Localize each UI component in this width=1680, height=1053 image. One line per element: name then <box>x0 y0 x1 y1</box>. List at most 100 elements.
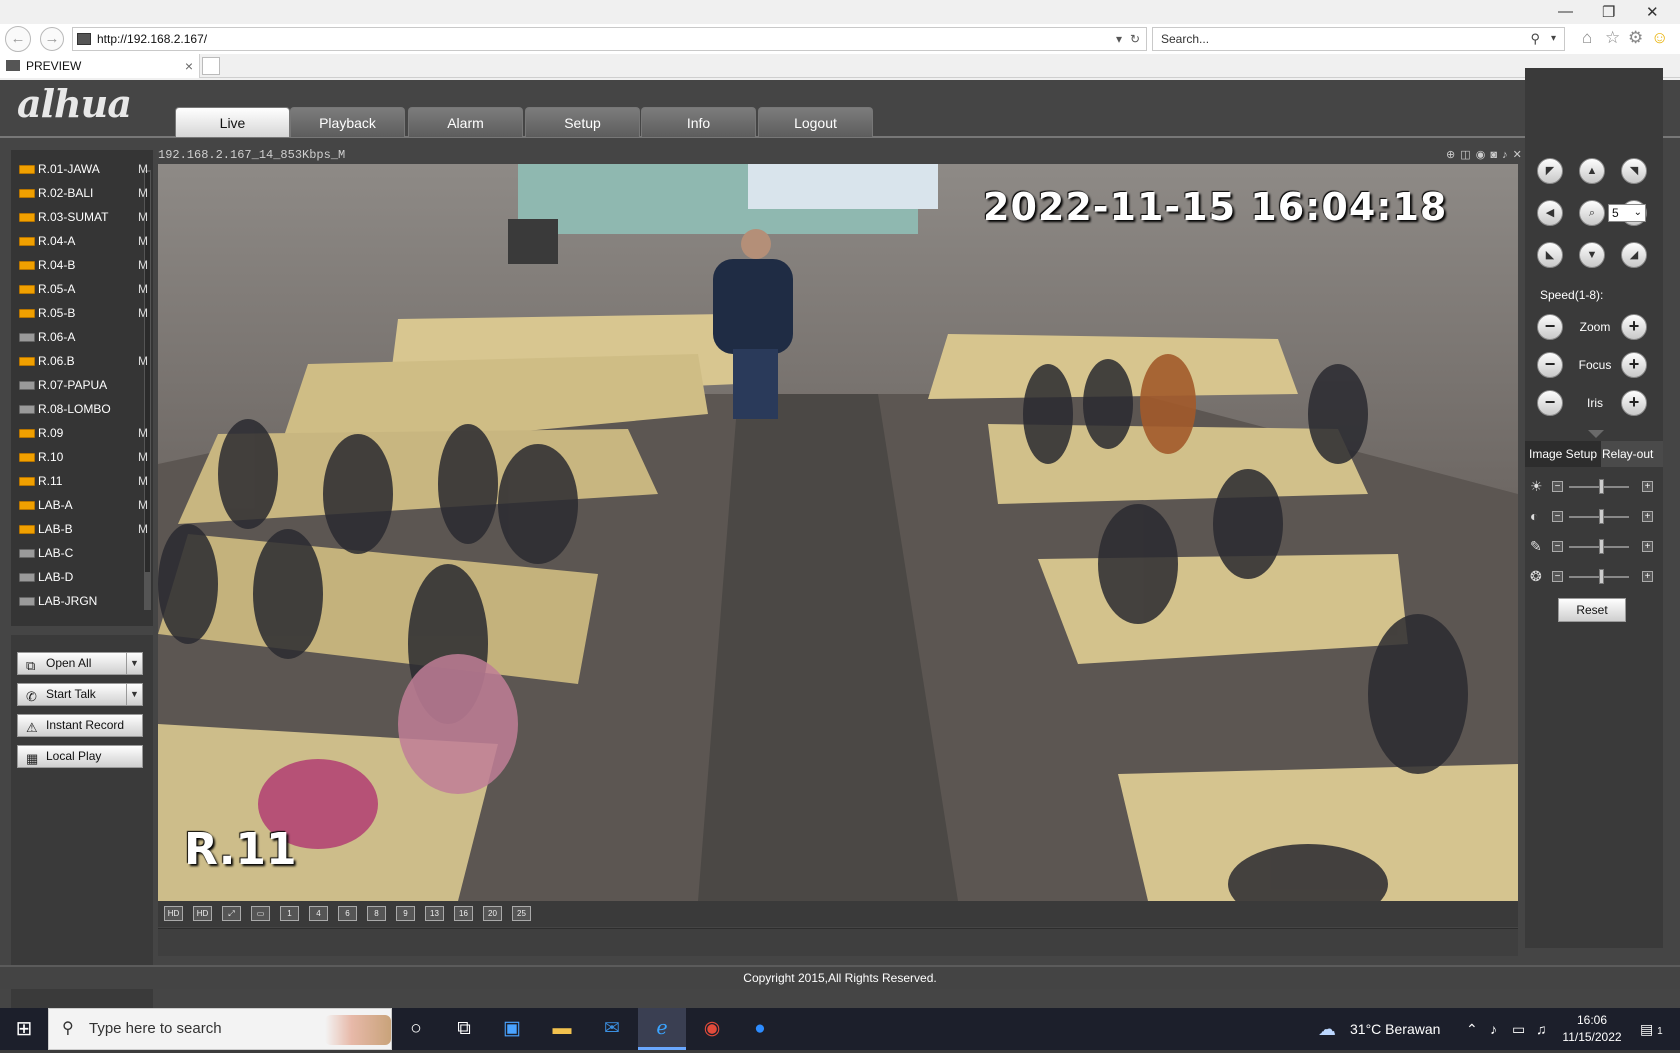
channel-item[interactable]: R.09 M <box>19 422 148 444</box>
layout-button[interactable]: HD <box>164 906 183 921</box>
favorites-icon[interactable]: ☆ <box>1605 28 1620 48</box>
hue-plus[interactable]: + <box>1642 571 1653 582</box>
zoom-out-button[interactable]: − <box>1537 314 1563 340</box>
channel-item[interactable]: R.04-A M <box>19 230 148 252</box>
file-explorer-icon[interactable]: ▬ <box>538 1008 586 1050</box>
iris-close-button[interactable]: − <box>1537 390 1563 416</box>
ptz-auto-button[interactable]: ⌕ <box>1579 200 1605 226</box>
close-tab-icon[interactable]: × <box>185 54 193 78</box>
chrome-icon[interactable]: ◉ <box>688 1008 736 1050</box>
windows-start-icon[interactable]: ⊞ <box>0 1008 48 1050</box>
focus-in-button[interactable]: + <box>1621 352 1647 378</box>
search-icon[interactable]: ⚲ <box>1530 28 1540 50</box>
menu-tab-playback[interactable]: Playback <box>290 107 405 137</box>
layout-button[interactable]: HD <box>193 906 212 921</box>
start-talk-button[interactable]: ✆ Start Talk ▼ <box>17 683 143 706</box>
address-bar[interactable]: http://192.168.2.167/ ▾ ↻ <box>72 27 1147 51</box>
channel-item[interactable]: R.04-B M <box>19 254 148 276</box>
ptz-up-right-button[interactable]: ◥ <box>1621 158 1647 184</box>
hue-minus[interactable]: − <box>1552 571 1563 582</box>
menu-tab-alarm[interactable]: Alarm <box>408 107 523 137</box>
brightness-plus[interactable]: + <box>1642 481 1653 492</box>
refresh-icon[interactable]: ↻ <box>1130 28 1140 50</box>
tab-preview[interactable]: PREVIEW × <box>0 54 200 78</box>
channel-item[interactable]: LAB-C <box>19 542 145 564</box>
channel-item[interactable]: R.06-A <box>19 326 145 348</box>
ptz-down-left-button[interactable]: ◣ <box>1537 242 1563 268</box>
ptz-up-left-button[interactable]: ◤ <box>1537 158 1563 184</box>
store-icon[interactable]: ▣ <box>488 1008 536 1050</box>
channel-item[interactable]: LAB-A M <box>19 494 148 516</box>
layout-button[interactable]: 16 <box>454 906 473 921</box>
hue-slider[interactable]: ❂ − + <box>1527 568 1662 586</box>
local-play-button[interactable]: ▦ Local Play <box>17 745 143 768</box>
reset-button[interactable]: Reset <box>1558 598 1626 622</box>
saturation-slider[interactable]: ✎ − + <box>1527 538 1662 556</box>
slider-knob[interactable] <box>1599 569 1604 584</box>
channel-item[interactable]: R.01-JAWA M <box>19 158 148 180</box>
layout-button[interactable]: 8 <box>367 906 386 921</box>
cortana-icon[interactable]: ○ <box>392 1008 440 1050</box>
chevron-down-icon[interactable]: ▾ <box>1551 28 1556 50</box>
focus-out-button[interactable]: − <box>1537 352 1563 378</box>
slider-knob[interactable] <box>1599 509 1604 524</box>
menu-tab-logout[interactable]: Logout <box>758 107 873 137</box>
ptz-left-button[interactable]: ◀ <box>1537 200 1563 226</box>
weather-text[interactable]: 31°C Berawan <box>1350 1008 1440 1050</box>
video-toolbar-icons[interactable]: ⊕ ◫ ◉ ◙ ♪ ✕ <box>1446 148 1523 161</box>
brightness-minus[interactable]: − <box>1552 481 1563 492</box>
iris-open-button[interactable]: + <box>1621 390 1647 416</box>
home-icon[interactable]: ⌂ <box>1582 28 1592 48</box>
channel-item[interactable]: R.07-PAPUA <box>19 374 145 396</box>
contrast-plus[interactable]: + <box>1642 511 1653 522</box>
mail-icon[interactable]: ✉ <box>588 1008 636 1050</box>
ptz-up-button[interactable]: ▲ <box>1579 158 1605 184</box>
ptz-down-button[interactable]: ▼ <box>1579 242 1605 268</box>
channel-item[interactable]: R.05-A M <box>19 278 148 300</box>
instant-record-button[interactable]: ⚠ Instant Record <box>17 714 143 737</box>
channel-item[interactable]: R.05-B M <box>19 302 148 324</box>
minimize-icon[interactable]: — <box>1558 3 1573 20</box>
slider-knob[interactable] <box>1599 479 1604 494</box>
task-view-icon[interactable]: ⧉ <box>440 1008 488 1050</box>
dropdown-icon[interactable]: ▾ <box>1116 28 1122 50</box>
channel-item[interactable]: R.02-BALI M <box>19 182 148 204</box>
microphone-icon[interactable]: ♪ <box>1490 1008 1497 1050</box>
taskbar-search-input[interactable]: ⚲ Type here to search <box>48 1008 392 1050</box>
layout-button[interactable]: 4 <box>309 906 328 921</box>
zoom-icon[interactable]: ● <box>736 1008 784 1050</box>
layout-button[interactable]: ▭ <box>251 906 270 921</box>
taskbar-clock[interactable]: 16:06 11/15/2022 <box>1552 1012 1632 1046</box>
layout-button[interactable]: 6 <box>338 906 357 921</box>
channel-item[interactable]: R.08-LOMBO <box>19 398 145 420</box>
ptz-down-right-button[interactable]: ◢ <box>1621 242 1647 268</box>
channel-item[interactable]: R.03-SUMAT M <box>19 206 148 228</box>
open-all-button[interactable]: ⧉ Open All ▼ <box>17 652 143 675</box>
back-button[interactable]: ← <box>5 26 31 52</box>
tab-image-setup[interactable]: Image Setup <box>1525 441 1602 467</box>
channel-item[interactable]: LAB-D <box>19 566 145 588</box>
contrast-minus[interactable]: − <box>1552 511 1563 522</box>
close-window-icon[interactable]: ✕ <box>1646 3 1659 21</box>
zoom-in-button[interactable]: + <box>1621 314 1647 340</box>
open-all-dropdown[interactable]: ▼ <box>126 653 142 674</box>
channel-item[interactable]: LAB-JRGN <box>19 590 145 612</box>
channel-item[interactable]: R.10 M <box>19 446 148 468</box>
saturation-plus[interactable]: + <box>1642 541 1653 552</box>
gear-icon[interactable]: ⚙ <box>1628 28 1643 48</box>
layout-button[interactable]: 9 <box>396 906 415 921</box>
notifications-icon[interactable]: ▤ 1 <box>1640 1008 1663 1050</box>
channel-item[interactable]: R.11 M <box>19 470 148 492</box>
layout-button[interactable]: 13 <box>425 906 444 921</box>
live-video-view[interactable]: 2022-11-15 16:04:18 R.11 <box>158 164 1518 901</box>
browser-search-input[interactable]: Search... ⚲ ▾ <box>1152 27 1565 51</box>
forward-button[interactable]: → <box>40 27 64 51</box>
slider-knob[interactable] <box>1599 539 1604 554</box>
menu-tab-live[interactable]: Live <box>175 107 290 137</box>
channel-item[interactable]: R.06.B M <box>19 350 148 372</box>
tab-relay-out[interactable]: Relay-out <box>1598 441 1657 467</box>
contrast-slider[interactable]: ◐ − + <box>1527 508 1662 526</box>
network-icon[interactable]: ▭ <box>1512 1008 1525 1050</box>
tray-chevron-icon[interactable]: ⌃ <box>1466 1008 1478 1050</box>
internet-explorer-icon[interactable]: ℯ <box>638 1008 686 1050</box>
